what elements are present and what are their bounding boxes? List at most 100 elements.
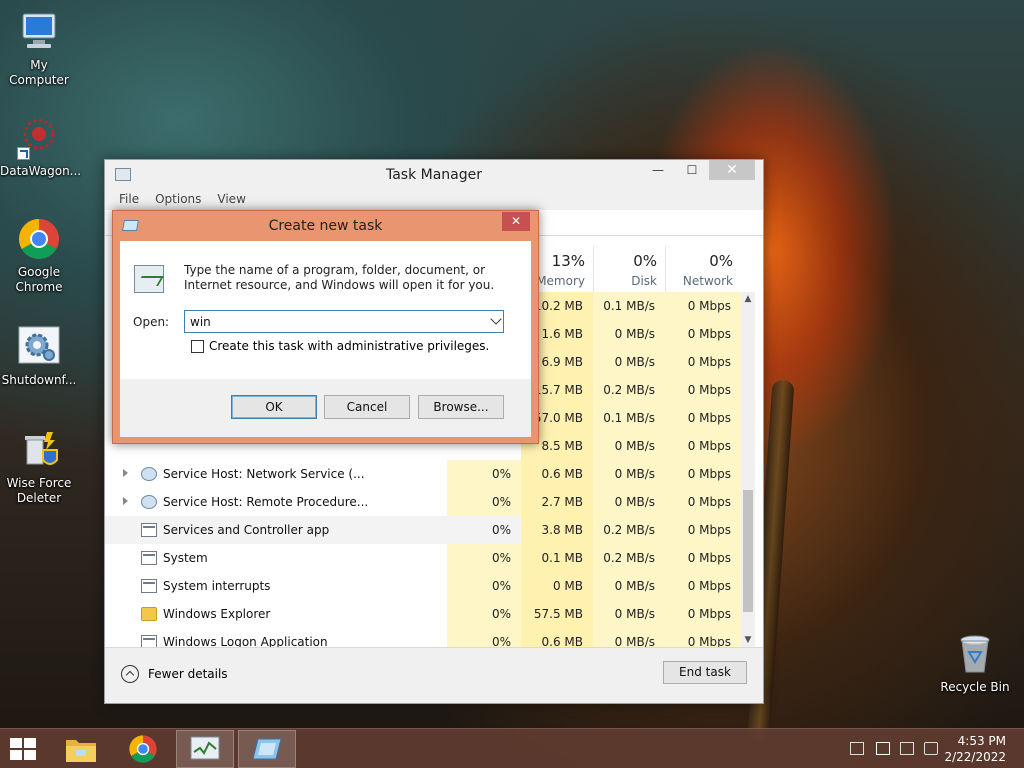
desktop-icon-label: DataWagon...: [0, 164, 82, 178]
network-cell: 0 Mbps: [665, 488, 741, 516]
disk-cell: 0 MB/s: [593, 320, 665, 348]
disk-percent: 0%: [633, 252, 657, 270]
show-desktop-icon[interactable]: [850, 742, 864, 755]
service-gear-icon: [141, 495, 157, 509]
menu-file[interactable]: File: [119, 188, 139, 210]
cpu-cell: 0%: [447, 600, 521, 628]
scroll-up-icon[interactable]: ▲: [741, 292, 755, 306]
windows-logo-icon: [24, 750, 36, 760]
disk-cell: 0 MB/s: [593, 432, 665, 460]
network-cell: 0 Mbps: [665, 292, 741, 320]
menu-view[interactable]: View: [217, 188, 245, 210]
volume-muted-icon[interactable]: [924, 742, 938, 755]
dialog-titlebar[interactable]: Create new task ✕: [113, 211, 538, 241]
open-input[interactable]: [185, 311, 475, 332]
expand-arrow-icon[interactable]: [123, 497, 128, 505]
clock-time: 4:53 PM: [957, 734, 1006, 748]
admin-privileges-option[interactable]: Create this task with administrative pri…: [191, 339, 489, 353]
scroll-down-icon[interactable]: ▼: [741, 633, 755, 647]
clock-date: 2/22/2022: [944, 750, 1006, 764]
taskbar-chrome[interactable]: [114, 730, 172, 768]
table-row[interactable]: Service Host: Network Service (... 0% 0.…: [105, 460, 743, 488]
shutdown-gear-icon: [17, 325, 61, 369]
chrome-icon: [129, 735, 157, 763]
file-explorer-icon: [66, 740, 96, 762]
network-cell: 0 Mbps: [665, 544, 741, 572]
ok-button[interactable]: OK: [231, 395, 317, 419]
cpu-cell: 0%: [447, 488, 521, 516]
column-network[interactable]: 0% Network: [665, 246, 741, 292]
disk-cell: 0.2 MB/s: [593, 516, 665, 544]
app-window-icon: [141, 579, 157, 593]
windows-logo-icon: [10, 750, 22, 760]
cpu-cell: 0%: [447, 516, 521, 544]
desktop-icon-my-computer[interactable]: My Computer: [0, 10, 78, 88]
memory-cell: 2.7 MB: [521, 488, 593, 516]
memory-cell: 0.6 MB: [521, 460, 593, 488]
desktop-icon-shutdown[interactable]: Shutdownf...: [0, 325, 78, 388]
desktop-icon-recycle-bin[interactable]: Recycle Bin: [936, 632, 1014, 695]
table-row[interactable]: Service Host: Remote Procedure... 0% 2.7…: [105, 488, 743, 516]
action-center-flag-icon[interactable]: [876, 742, 890, 755]
desktop-icon-datawagon[interactable]: DataWagon...: [0, 116, 82, 179]
desktop-icon-google-chrome[interactable]: Google Chrome: [0, 217, 78, 295]
process-name: System: [163, 551, 208, 565]
table-row[interactable]: Services and Controller app 0% 3.8 MB 0.…: [105, 516, 743, 544]
table-row[interactable]: Windows Explorer 0% 57.5 MB 0 MB/s 0 Mbp…: [105, 600, 743, 628]
memory-cell: 3.8 MB: [521, 516, 593, 544]
task-manager-titlebar[interactable]: Task Manager — ☐ ✕: [105, 160, 763, 188]
fewer-details-toggle[interactable]: Fewer details: [121, 665, 228, 683]
create-new-task-dialog: Create new task ✕ Type the name of a pro…: [112, 210, 539, 444]
open-label: Open:: [133, 315, 170, 329]
dialog-description: Type the name of a program, folder, docu…: [184, 263, 495, 292]
expand-arrow-icon[interactable]: [123, 469, 128, 477]
admin-checkbox-label: Create this task with administrative pri…: [209, 339, 490, 353]
computer-icon: [17, 10, 61, 54]
dialog-title: Create new task: [268, 218, 383, 234]
process-name: Service Host: Network Service (...: [163, 467, 365, 481]
network-cell: 0 Mbps: [665, 516, 741, 544]
shortcut-arrow-icon: [17, 147, 30, 160]
chevron-up-icon: [121, 665, 139, 683]
column-disk[interactable]: 0% Disk: [593, 246, 665, 292]
trash-shield-icon: [17, 428, 61, 472]
minimize-button[interactable]: —: [641, 160, 675, 180]
start-button[interactable]: [10, 738, 38, 760]
taskbar-task-manager[interactable]: [176, 730, 234, 768]
memory-cell: 0.1 MB: [521, 544, 593, 572]
close-button[interactable]: ✕: [709, 160, 755, 180]
network-icon[interactable]: [900, 742, 914, 755]
memory-cell: 57.5 MB: [521, 600, 593, 628]
network-cell: 0 Mbps: [665, 460, 741, 488]
taskbar-run-dialog[interactable]: [238, 730, 296, 768]
folder-icon: [141, 607, 157, 621]
cancel-button[interactable]: Cancel: [324, 395, 410, 419]
desktop-icon-wise-force-deleter[interactable]: Wise Force Deleter: [0, 428, 78, 506]
table-row[interactable]: System 0% 0.1 MB 0.2 MB/s 0 Mbps: [105, 544, 743, 572]
fewer-details-label: Fewer details: [148, 667, 228, 681]
table-row[interactable]: System interrupts 0% 0 MB 0 MB/s 0 Mbps: [105, 572, 743, 600]
memory-cell: 0 MB: [521, 572, 593, 600]
disk-cell: 0 MB/s: [593, 572, 665, 600]
app-window-icon: [141, 551, 157, 565]
chrome-icon: [17, 217, 61, 261]
browse-button[interactable]: Browse...: [418, 395, 504, 419]
end-task-button[interactable]: End task: [663, 661, 747, 684]
desktop-icon-label: Wise Force Deleter: [6, 476, 72, 505]
network-cell: 0 Mbps: [665, 320, 741, 348]
disk-cell: 0.1 MB/s: [593, 292, 665, 320]
dialog-close-button[interactable]: ✕: [502, 212, 530, 231]
admin-checkbox[interactable]: [191, 339, 204, 353]
scroll-thumb[interactable]: [743, 490, 753, 612]
taskbar: 4:53 PM 2/22/2022: [0, 728, 1024, 768]
network-cell: 0 Mbps: [665, 376, 741, 404]
chevron-down-icon[interactable]: [490, 313, 502, 325]
clock[interactable]: 4:53 PM 2/22/2022: [944, 733, 1006, 765]
vertical-scrollbar[interactable]: ▲ ▼: [741, 292, 755, 647]
menu-options[interactable]: Options: [155, 188, 201, 210]
network-label: Network: [682, 274, 733, 288]
open-combobox[interactable]: [184, 310, 504, 333]
maximize-button[interactable]: ☐: [675, 160, 709, 180]
taskbar-file-explorer[interactable]: [52, 730, 110, 768]
disk-cell: 0 MB/s: [593, 488, 665, 516]
